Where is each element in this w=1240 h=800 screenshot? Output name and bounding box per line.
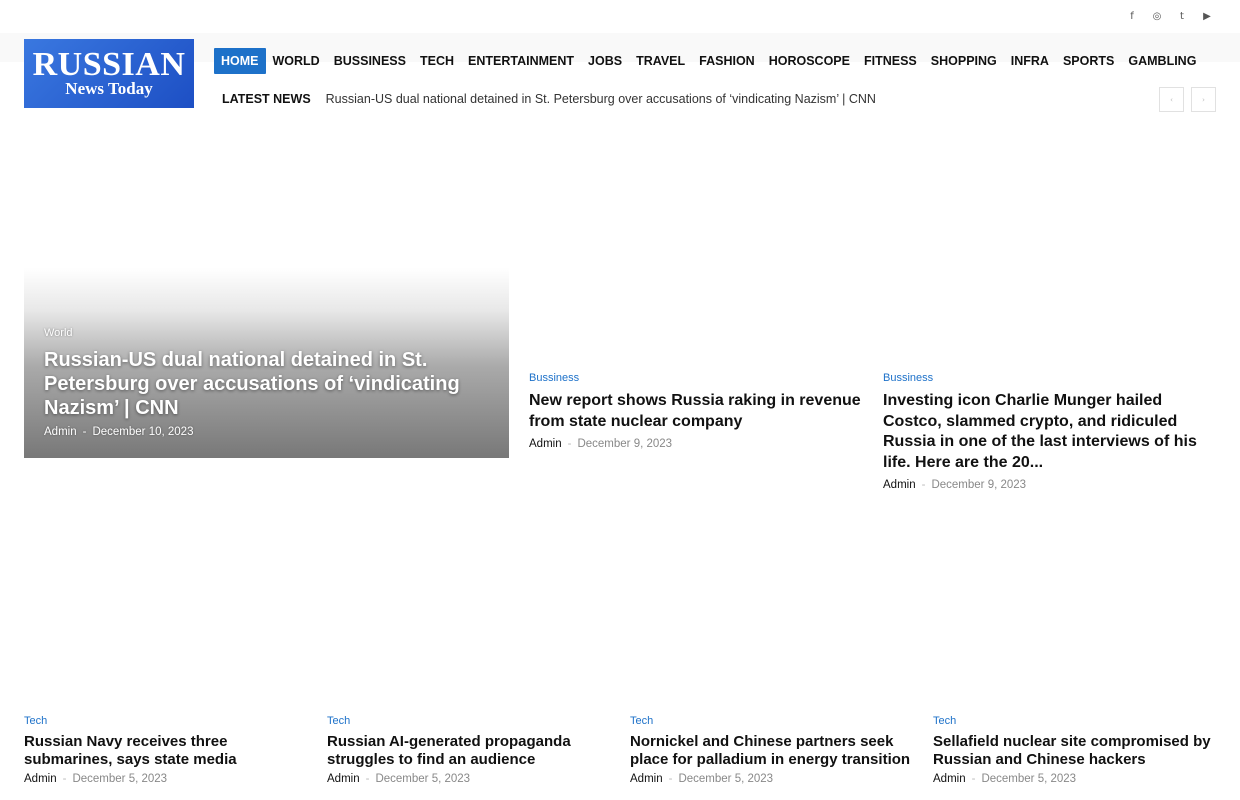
nav-item-fashion[interactable]: FASHION (692, 48, 762, 74)
site-logo[interactable]: RUSSIAN News Today (24, 39, 194, 108)
ticker-label: LATEST NEWS (222, 92, 311, 106)
article-meta: Admin - December 5, 2023 (933, 773, 1216, 785)
article-author[interactable]: Admin (883, 479, 916, 491)
article-author[interactable]: Admin (630, 773, 663, 785)
article-category[interactable]: Bussiness (883, 372, 1203, 384)
article-category[interactable]: Tech (24, 715, 309, 727)
nav-item-home[interactable]: HOME (214, 48, 266, 74)
nav-item-jobs[interactable]: JOBS (581, 48, 629, 74)
article-title[interactable]: New report shows Russia raking in revenu… (529, 391, 865, 432)
meta-separator: - (567, 438, 572, 450)
article-title[interactable]: Russian AI-generated propaganda struggle… (327, 733, 612, 769)
article-meta: Admin - December 5, 2023 (24, 773, 309, 785)
nav-item-entertainment[interactable]: ENTERTAINMENT (461, 48, 581, 74)
article-category[interactable]: Tech (933, 715, 1216, 727)
article-date: December 9, 2023 (931, 479, 1027, 491)
twitter-icon[interactable]: t (1177, 10, 1187, 22)
meta-separator: - (365, 773, 370, 785)
hero-category[interactable]: World (44, 327, 73, 339)
chevron-right-icon: › (1202, 95, 1205, 104)
meta-separator: - (971, 773, 976, 785)
ticker-next-button[interactable]: › (1191, 87, 1216, 112)
hero-meta: Admin - December 10, 2023 (44, 426, 193, 438)
article-meta: Admin - December 9, 2023 (883, 479, 1203, 491)
tech-article[interactable]: Tech Russian AI-generated propaganda str… (327, 715, 612, 785)
nav-item-horoscope[interactable]: HOROSCOPE (762, 48, 857, 74)
nav-item-sports[interactable]: SPORTS (1056, 48, 1121, 74)
chevron-left-icon: ‹ (1170, 95, 1173, 104)
ticker-prev-button[interactable]: ‹ (1159, 87, 1184, 112)
article-author[interactable]: Admin (933, 773, 966, 785)
nav-item-world[interactable]: WORLD (266, 48, 327, 74)
nav-item-shopping[interactable]: SHOPPING (924, 48, 1004, 74)
article-title[interactable]: Sellafield nuclear site compromised by R… (933, 733, 1216, 769)
top-bar: f ◎ t ▶ (0, 0, 1240, 33)
nav-item-bussiness[interactable]: BUSSINESS (327, 48, 413, 74)
nav-item-tech[interactable]: TECH (413, 48, 461, 74)
article-date: December 5, 2023 (981, 773, 1077, 785)
latest-news-ticker: LATEST NEWS Russian-US dual national det… (222, 92, 876, 106)
article-title[interactable]: Russian Navy receives three submarines, … (24, 733, 309, 769)
logo-line1: RUSSIAN (32, 45, 186, 83)
social-icons: f ◎ t ▶ (1127, 10, 1212, 22)
article-author[interactable]: Admin (327, 773, 360, 785)
article-date: December 5, 2023 (375, 773, 471, 785)
ticker-headline[interactable]: Russian-US dual national detained in St.… (326, 92, 876, 106)
article-meta: Admin - December 5, 2023 (327, 773, 612, 785)
article-category[interactable]: Tech (327, 715, 612, 727)
main-nav: HOME WORLD BUSSINESS TECH ENTERTAINMENT … (214, 48, 1203, 74)
logo-line2: News Today (65, 78, 153, 98)
hero-title[interactable]: Russian-US dual national detained in St.… (44, 348, 484, 420)
article-category[interactable]: Bussiness (529, 372, 865, 384)
tech-article[interactable]: Tech Sellafield nuclear site compromised… (933, 715, 1216, 785)
article-author[interactable]: Admin (529, 438, 562, 450)
nav-item-travel[interactable]: TRAVEL (629, 48, 692, 74)
nav-item-gambling[interactable]: GAMBLING (1121, 48, 1203, 74)
article-meta: Admin - December 5, 2023 (630, 773, 915, 785)
featured-article[interactable]: Bussiness Investing icon Charlie Munger … (883, 372, 1203, 491)
article-date: December 5, 2023 (678, 773, 774, 785)
article-category[interactable]: Tech (630, 715, 915, 727)
hero-date: December 10, 2023 (92, 426, 194, 438)
featured-article[interactable]: Bussiness New report shows Russia raking… (529, 372, 865, 450)
meta-separator: - (668, 773, 673, 785)
nav-item-infra[interactable]: INFRA (1004, 48, 1056, 74)
article-title[interactable]: Nornickel and Chinese partners seek plac… (630, 733, 915, 769)
article-author[interactable]: Admin (24, 773, 57, 785)
meta-separator: - (921, 479, 926, 491)
hero-article[interactable]: World Russian-US dual national detained … (24, 130, 509, 458)
article-date: December 5, 2023 (72, 773, 168, 785)
instagram-icon[interactable]: ◎ (1152, 10, 1162, 22)
hero-separator: - (82, 426, 87, 438)
meta-separator: - (62, 773, 67, 785)
article-date: December 9, 2023 (577, 438, 673, 450)
nav-item-fitness[interactable]: FITNESS (857, 48, 924, 74)
facebook-icon[interactable]: f (1127, 10, 1137, 22)
youtube-icon[interactable]: ▶ (1202, 10, 1212, 22)
article-title[interactable]: Investing icon Charlie Munger hailed Cos… (883, 391, 1203, 473)
tech-article[interactable]: Tech Nornickel and Chinese partners seek… (630, 715, 915, 785)
tech-article[interactable]: Tech Russian Navy receives three submari… (24, 715, 309, 785)
article-meta: Admin - December 9, 2023 (529, 438, 865, 450)
hero-author[interactable]: Admin (44, 426, 77, 438)
